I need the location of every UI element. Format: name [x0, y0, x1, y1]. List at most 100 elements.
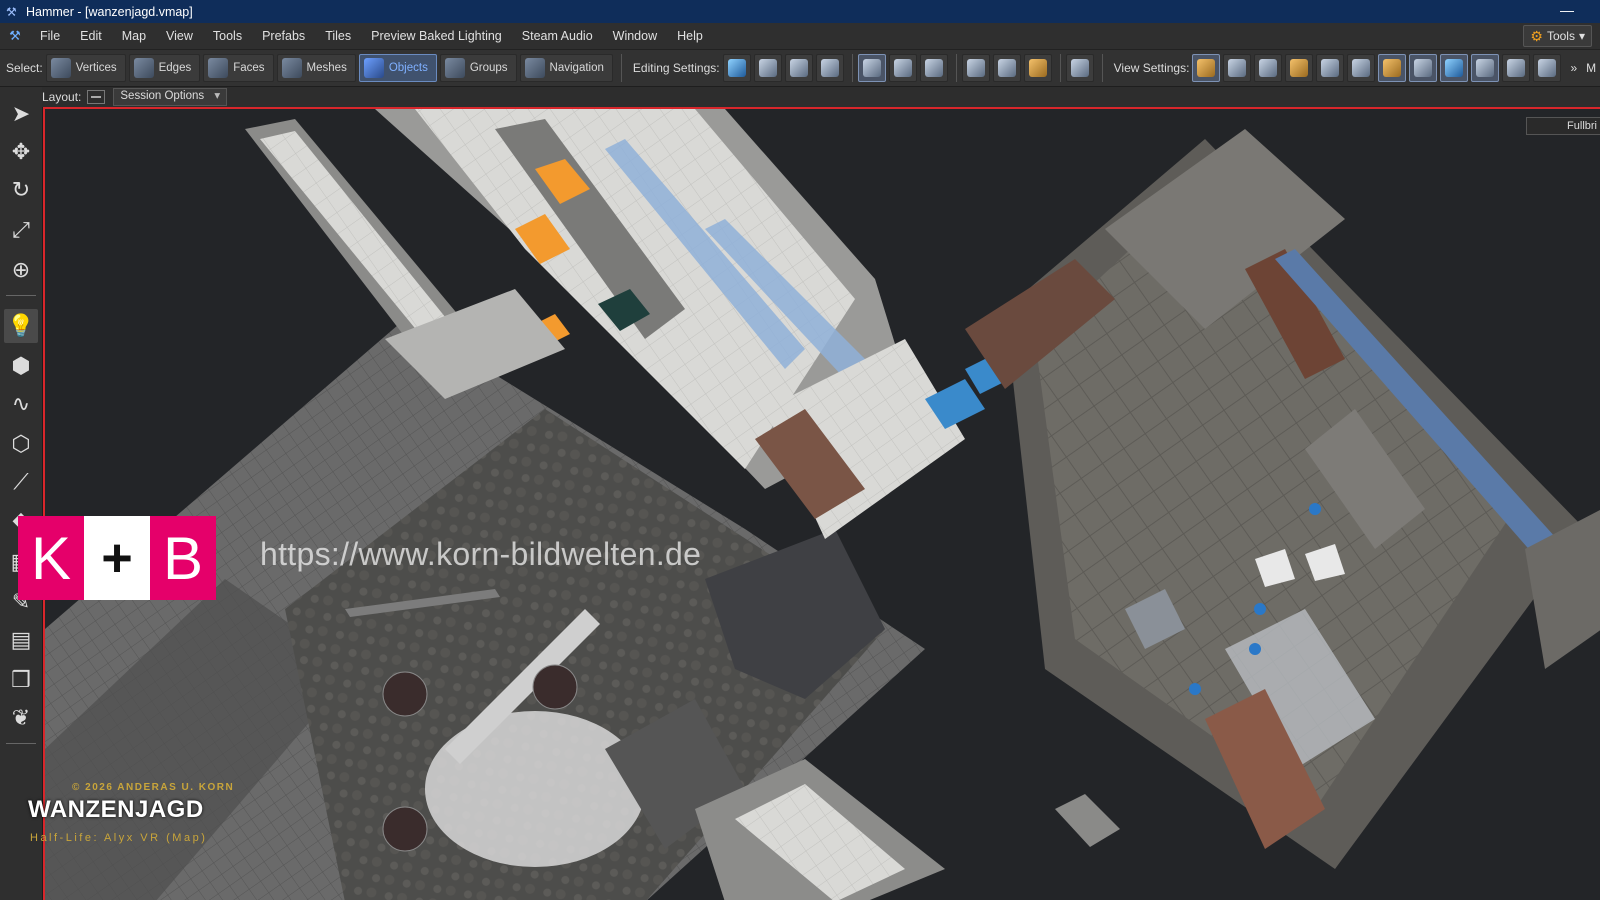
viewport-scene	[45, 109, 1600, 900]
tools-dropdown-label: Tools	[1546, 29, 1575, 43]
pivot-tool[interactable]: ⊕	[4, 253, 38, 287]
translate-tool[interactable]: ✥	[4, 135, 38, 169]
model-toggle[interactable]	[992, 54, 1021, 82]
toolbar-divider	[851, 54, 853, 82]
menu-prefabs[interactable]: Prefabs	[252, 29, 315, 43]
menu-view[interactable]: View	[156, 29, 203, 43]
select-objects-button[interactable]: Objects	[358, 54, 437, 82]
globe-icon	[727, 59, 746, 77]
entities-icon	[1228, 59, 1247, 77]
pivot-icon	[758, 59, 777, 77]
snap-toggle[interactable]	[784, 54, 813, 82]
objects-icon	[363, 58, 384, 78]
tank	[532, 664, 578, 710]
session-options-dropdown[interactable]: Session Options	[113, 88, 228, 106]
select-vertices-button[interactable]: Vertices	[45, 54, 126, 82]
prefab-toggle[interactable]	[961, 54, 990, 82]
clip-tool[interactable]: ⟋	[4, 465, 38, 499]
layout-icon[interactable]	[87, 90, 106, 104]
minimize-button[interactable]: —	[1560, 2, 1574, 18]
view-models-toggle[interactable]	[1254, 54, 1283, 82]
lighting-toggle[interactable]	[1023, 54, 1052, 82]
menu-preview-baked-lighting[interactable]: Preview Baked Lighting	[361, 29, 512, 43]
blue-barrel	[1189, 683, 1201, 695]
grid-icon	[820, 59, 839, 77]
menu-edit[interactable]: Edit	[70, 29, 112, 43]
global-local-toggle[interactable]	[722, 54, 751, 82]
meshes-icon	[281, 58, 302, 78]
view-navigation-toggle[interactable]	[1533, 54, 1562, 82]
view-grid-toggle[interactable]	[1440, 54, 1469, 82]
select-edges-label: Edges	[158, 62, 192, 74]
toolbar-divider	[1101, 54, 1103, 82]
entity-tool[interactable]: 💡	[4, 309, 38, 343]
3d-viewport[interactable]: Fullbri	[43, 107, 1600, 900]
view-brushes-toggle[interactable]	[1316, 54, 1345, 82]
chevron-down-icon: ▾	[1578, 29, 1585, 43]
scale-tool[interactable]: ⤢	[4, 213, 38, 247]
navigation-icon	[524, 58, 545, 78]
grid-toggle[interactable]	[815, 54, 844, 82]
tools-dropdown-button[interactable]: ⚙ Tools ▾	[1523, 25, 1592, 47]
menu-window[interactable]: Window	[603, 29, 667, 43]
view-sky-toggle[interactable]	[1347, 54, 1376, 82]
toolbar-overflow-button[interactable]: »	[1570, 61, 1577, 75]
polygon-tool[interactable]: ⬡	[4, 427, 38, 461]
main-toolbar: Select: Vertices Edges Faces Meshes Obje…	[0, 50, 1600, 87]
select-through-toggle[interactable]	[857, 54, 886, 82]
select-navigation-button[interactable]: Navigation	[519, 54, 613, 82]
title-bar: ⚒ Hammer - [wanzenjagd.vmap] —	[0, 0, 1600, 23]
select-children-icon	[924, 59, 943, 77]
tank	[382, 806, 428, 852]
groups-icon	[444, 58, 465, 78]
game-mode-button[interactable]	[1065, 54, 1094, 82]
view-entities-toggle[interactable]	[1223, 54, 1252, 82]
menu-tiles[interactable]: Tiles	[315, 29, 361, 43]
select-vertices-label: Vertices	[75, 62, 117, 74]
menu-steam-audio[interactable]: Steam Audio	[512, 29, 603, 43]
select-hidden-toggle[interactable]	[888, 54, 917, 82]
sky-icon	[1352, 59, 1371, 77]
blue-barrel	[1254, 603, 1266, 615]
layout-label: Layout:	[42, 90, 82, 104]
credit-copyright: © 2026 ANDERAS U. KORN	[72, 782, 235, 793]
menu-tools[interactable]: Tools	[203, 29, 252, 43]
umbrella-icon	[1028, 59, 1047, 77]
select-groups-button[interactable]: Groups	[439, 54, 517, 82]
editing-settings-label: Editing Settings:	[632, 61, 720, 75]
select-edges-button[interactable]: Edges	[128, 54, 201, 82]
rope-icon	[1476, 59, 1495, 77]
menu-file[interactable]: File	[30, 29, 70, 43]
select-label: Select:	[6, 61, 43, 75]
running-man-icon	[1538, 59, 1557, 77]
select-navigation-label: Navigation	[549, 62, 604, 74]
foliage-tool[interactable]: ❦	[4, 701, 38, 735]
pivot-toggle[interactable]	[753, 54, 782, 82]
view-ropes-toggle[interactable]	[1471, 54, 1500, 82]
view-solid-toggle[interactable]	[1409, 54, 1438, 82]
blue-barrel	[1249, 643, 1261, 655]
select-tool[interactable]: ➤	[4, 97, 38, 131]
select-children-toggle[interactable]	[919, 54, 948, 82]
select-groups-label: Groups	[469, 62, 508, 74]
block-tool[interactable]: ⬢	[4, 349, 38, 383]
view-paths-toggle[interactable]	[1502, 54, 1531, 82]
rotate-tool[interactable]: ↻	[4, 173, 38, 207]
hammer-icon: ⚒	[6, 4, 17, 19]
fullbright-dropdown[interactable]: Fullbri	[1526, 117, 1600, 135]
select-meshes-label: Meshes	[306, 62, 347, 74]
view-lights-toggle[interactable]	[1285, 54, 1314, 82]
menu-map[interactable]: Map	[112, 29, 156, 43]
tank	[382, 671, 428, 717]
menu-help[interactable]: Help	[667, 29, 713, 43]
select-faces-button[interactable]: Faces	[203, 54, 274, 82]
tile-tool[interactable]: ▤	[4, 623, 38, 657]
prefab-tool[interactable]: ❒	[4, 663, 38, 697]
tool-divider	[6, 295, 36, 296]
view-lighting-toggle[interactable]	[1192, 54, 1221, 82]
path-tool[interactable]: ∿	[4, 387, 38, 421]
view-textures-toggle[interactable]	[1378, 54, 1407, 82]
select-meshes-button[interactable]: Meshes	[276, 54, 356, 82]
grid-cube-icon	[1445, 59, 1464, 77]
hammer-logo-icon: ⚒	[9, 28, 21, 43]
